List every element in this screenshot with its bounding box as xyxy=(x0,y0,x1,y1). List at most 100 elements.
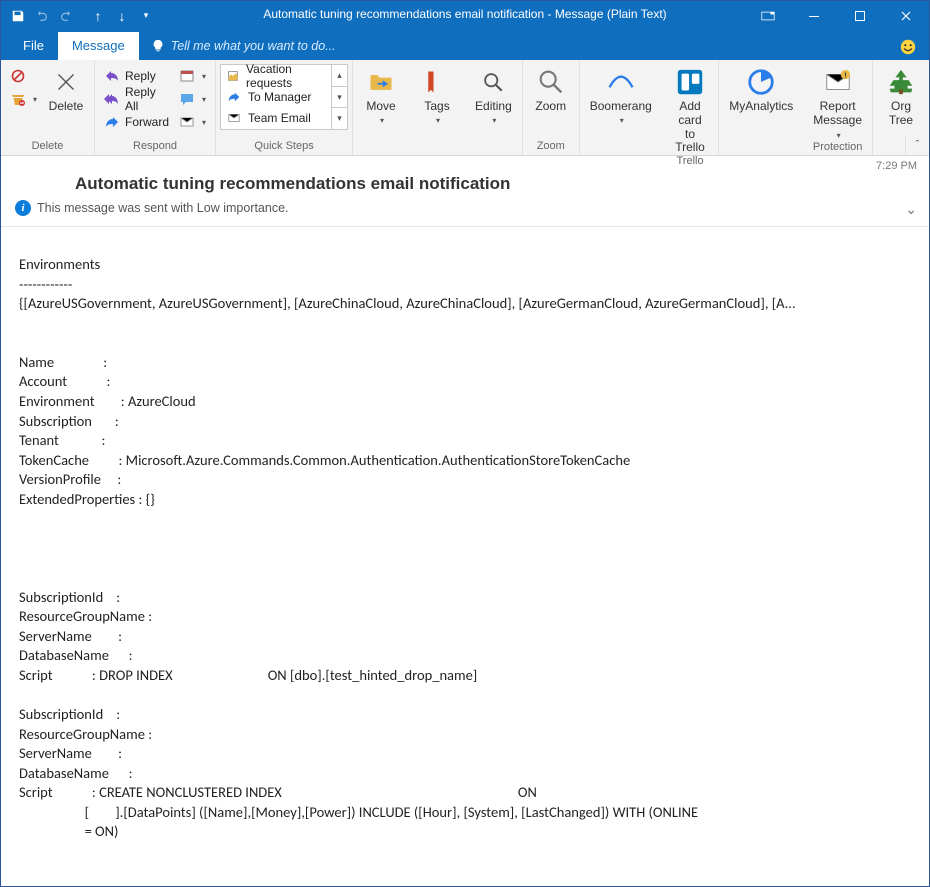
gallery-more-icon[interactable]: ▾ xyxy=(332,108,347,129)
im-button[interactable]: ▾ xyxy=(174,88,211,110)
reply-label: Reply xyxy=(125,69,156,83)
junk-button[interactable]: ▾ xyxy=(5,88,42,110)
boomerang-icon xyxy=(605,66,637,98)
move-button[interactable]: Move ▾ xyxy=(357,63,405,125)
feedback-smiley-icon[interactable] xyxy=(899,38,917,56)
zoom-button[interactable]: Zoom xyxy=(527,63,575,114)
ribbon-tabs: File Message Tell me what you want to do… xyxy=(1,30,929,60)
tell-me-search[interactable]: Tell me what you want to do... xyxy=(139,33,348,60)
message-header: 7:29 PM Automatic tuning recommendations… xyxy=(1,156,929,227)
editing-icon xyxy=(477,66,509,98)
maximize-icon[interactable] xyxy=(837,1,883,30)
editing-label: Editing xyxy=(475,100,512,114)
org-tree-button[interactable]: Org Tree xyxy=(877,63,925,128)
quick-step-label: Team Email xyxy=(248,111,311,125)
editing-button[interactable]: Editing ▾ xyxy=(469,63,518,125)
collapse-ribbon-icon[interactable]: ˆ xyxy=(905,135,929,155)
myanalytics-button[interactable]: MyAnalytics xyxy=(723,63,799,114)
boomerang-label: Boomerang xyxy=(590,100,652,114)
chevron-down-icon: ▾ xyxy=(202,72,206,81)
chevron-down-icon: ▾ xyxy=(202,95,206,104)
reply-all-icon xyxy=(104,91,120,107)
myanalytics-label: MyAnalytics xyxy=(729,100,793,114)
close-icon[interactable] xyxy=(883,1,929,30)
more-respond-button[interactable]: ▾ xyxy=(174,111,211,133)
quick-access-toolbar: ↑ ↓ ▾ xyxy=(1,5,157,27)
report-message-label: Report Message ▾ xyxy=(813,100,862,141)
delete-icon xyxy=(50,66,82,98)
message-body-container: Environments ------------ {[AzureUSGover… xyxy=(1,227,929,886)
trello-label: Add card to Trello xyxy=(672,100,708,155)
tags-icon xyxy=(421,66,453,98)
tab-message[interactable]: Message xyxy=(58,32,139,60)
expand-header-icon[interactable]: ⌄ xyxy=(905,201,917,218)
previous-item-icon[interactable]: ↑ xyxy=(87,5,109,27)
ignore-icon xyxy=(10,68,26,84)
meeting-icon xyxy=(179,68,195,84)
forward-button[interactable]: Forward xyxy=(99,111,174,133)
im-icon xyxy=(179,91,195,107)
org-tree-label: Org Tree xyxy=(889,100,913,128)
myanalytics-icon xyxy=(745,66,777,98)
reply-all-button[interactable]: Reply All xyxy=(99,88,174,110)
low-importance-text: This message was sent with Low importanc… xyxy=(37,201,289,215)
reply-all-label: Reply All xyxy=(125,85,169,113)
group-label-respond: Respond xyxy=(99,140,211,155)
group-respond: Reply Reply All Forward xyxy=(95,60,216,155)
quick-step-item[interactable]: Vacation requests xyxy=(221,65,331,86)
chevron-down-icon: ▾ xyxy=(202,118,206,127)
quick-step-item[interactable]: To Manager xyxy=(221,86,331,107)
boomerang-button[interactable]: Boomerang ▾ xyxy=(584,63,658,125)
redo-icon[interactable] xyxy=(55,5,77,27)
org-tree-icon xyxy=(885,66,917,98)
ribbon-options-icon[interactable] xyxy=(745,1,791,30)
group-tags: Tags ▾ xyxy=(409,60,465,155)
info-icon: i xyxy=(15,200,31,216)
low-importance-notice: i This message was sent with Low importa… xyxy=(1,200,929,226)
forward-icon xyxy=(104,114,120,130)
group-label-protection: Protection xyxy=(807,141,868,156)
tags-button[interactable]: Tags ▾ xyxy=(413,63,461,125)
message-subject: Automatic tuning recommendations email n… xyxy=(1,174,929,200)
chevron-down-icon: ▾ xyxy=(380,116,384,125)
add-to-trello-button[interactable]: Add card to Trello xyxy=(666,63,714,155)
group-delete: ▾ Delete Delete xyxy=(1,60,95,155)
outlook-message-window: ↑ ↓ ▾ Automatic tuning recommendations e… xyxy=(0,0,930,887)
save-icon[interactable] xyxy=(7,5,29,27)
reply-button[interactable]: Reply xyxy=(99,65,174,87)
forward-label: Forward xyxy=(125,115,169,129)
team-email-icon xyxy=(226,110,242,126)
undo-icon[interactable] xyxy=(31,5,53,27)
quick-step-item[interactable]: Team Email xyxy=(221,107,331,128)
quick-steps-gallery[interactable]: Vacation requests To Manager Team Email … xyxy=(220,64,348,130)
minimize-icon[interactable] xyxy=(791,1,837,30)
quick-step-label: To Manager xyxy=(248,90,311,104)
next-item-icon[interactable]: ↓ xyxy=(111,5,133,27)
group-zoom: Zoom Zoom xyxy=(523,60,580,155)
group-quick-steps: Vacation requests To Manager Team Email … xyxy=(216,60,353,155)
move-label: Move xyxy=(366,100,395,114)
delete-button[interactable]: Delete xyxy=(42,63,90,114)
group-label-delete: Delete xyxy=(5,140,90,155)
gallery-up-icon[interactable]: ▴ xyxy=(332,65,347,87)
ignore-button[interactable] xyxy=(5,65,42,87)
group-label-quick-steps: Quick Steps xyxy=(220,140,348,155)
message-body[interactable]: Environments ------------ {[AzureUSGover… xyxy=(1,227,929,886)
zoom-label: Zoom xyxy=(535,100,566,114)
group-label-zoom: Zoom xyxy=(527,140,575,155)
meeting-button[interactable]: ▾ xyxy=(174,65,211,87)
title-bar: ↑ ↓ ▾ Automatic tuning recommendations e… xyxy=(1,1,929,30)
chevron-down-icon: ▾ xyxy=(492,116,496,125)
group-move: Move ▾ xyxy=(353,60,409,155)
more-respond-icon xyxy=(179,114,195,130)
group-protection: ! Report Message ▾ Protection xyxy=(803,60,873,155)
tab-file[interactable]: File xyxy=(9,32,58,60)
move-icon xyxy=(365,66,397,98)
group-myanalytics: MyAnalytics xyxy=(719,60,803,155)
qat-customize-icon[interactable]: ▾ xyxy=(135,5,157,27)
gallery-down-icon[interactable]: ▾ xyxy=(332,87,347,109)
zoom-icon xyxy=(535,66,567,98)
to-manager-icon xyxy=(226,89,242,105)
report-message-button[interactable]: ! Report Message ▾ xyxy=(807,63,868,141)
tell-me-placeholder: Tell me what you want to do... xyxy=(171,39,336,53)
